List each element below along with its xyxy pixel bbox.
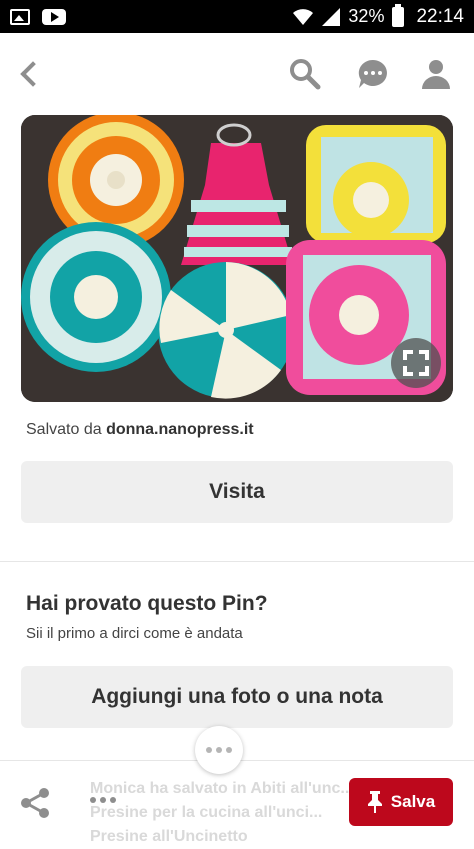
clock: 22:14 bbox=[416, 5, 464, 27]
faded-line: Monica ha salvato in Abiti all'unc... bbox=[90, 780, 354, 797]
tried-subtitle: Sii il primo a dirci come è andata bbox=[26, 625, 243, 642]
search-icon[interactable] bbox=[287, 56, 323, 92]
top-action-bar bbox=[0, 46, 474, 102]
status-bar: 32% 22:14 bbox=[0, 0, 474, 33]
more-options-icon[interactable] bbox=[90, 797, 116, 803]
divider bbox=[0, 561, 474, 562]
visit-button[interactable]: Visita bbox=[21, 461, 453, 523]
add-photo-note-button[interactable]: Aggiungi una foto o una nota bbox=[21, 666, 453, 728]
wifi-icon bbox=[293, 8, 314, 25]
bottom-bar: Monica ha salvato in Abiti all'unc... Pr… bbox=[0, 760, 474, 845]
more-options-circle[interactable] bbox=[195, 726, 243, 774]
faded-related-text: Monica ha salvato in Abiti all'unc... Pr… bbox=[90, 777, 360, 849]
share-icon[interactable] bbox=[16, 783, 56, 823]
save-label: Salva bbox=[390, 792, 436, 811]
comment-icon[interactable] bbox=[355, 56, 391, 92]
faded-line: Presine per la cucina all'unci... bbox=[90, 804, 323, 821]
profile-icon[interactable] bbox=[418, 56, 454, 92]
pin-image[interactable] bbox=[21, 115, 453, 402]
saved-from: Salvato da donna.nanopress.it bbox=[26, 421, 254, 439]
youtube-icon bbox=[42, 8, 66, 25]
signal-icon bbox=[322, 7, 341, 26]
battery-percent: 32% bbox=[348, 6, 385, 26]
image-icon bbox=[10, 8, 30, 25]
crochet-potholders-image bbox=[21, 115, 453, 402]
expand-icon[interactable] bbox=[391, 338, 441, 388]
tried-title: Hai provato questo Pin? bbox=[26, 592, 268, 615]
battery-icon bbox=[392, 3, 405, 27]
pin-icon bbox=[367, 791, 382, 813]
saved-prefix: Salvato da bbox=[26, 421, 102, 438]
save-button[interactable]: Salva bbox=[349, 778, 453, 826]
faded-line: Presine all'Uncinetto bbox=[90, 828, 248, 845]
saved-source-link[interactable]: donna.nanopress.it bbox=[106, 421, 254, 438]
back-icon[interactable] bbox=[18, 58, 44, 88]
